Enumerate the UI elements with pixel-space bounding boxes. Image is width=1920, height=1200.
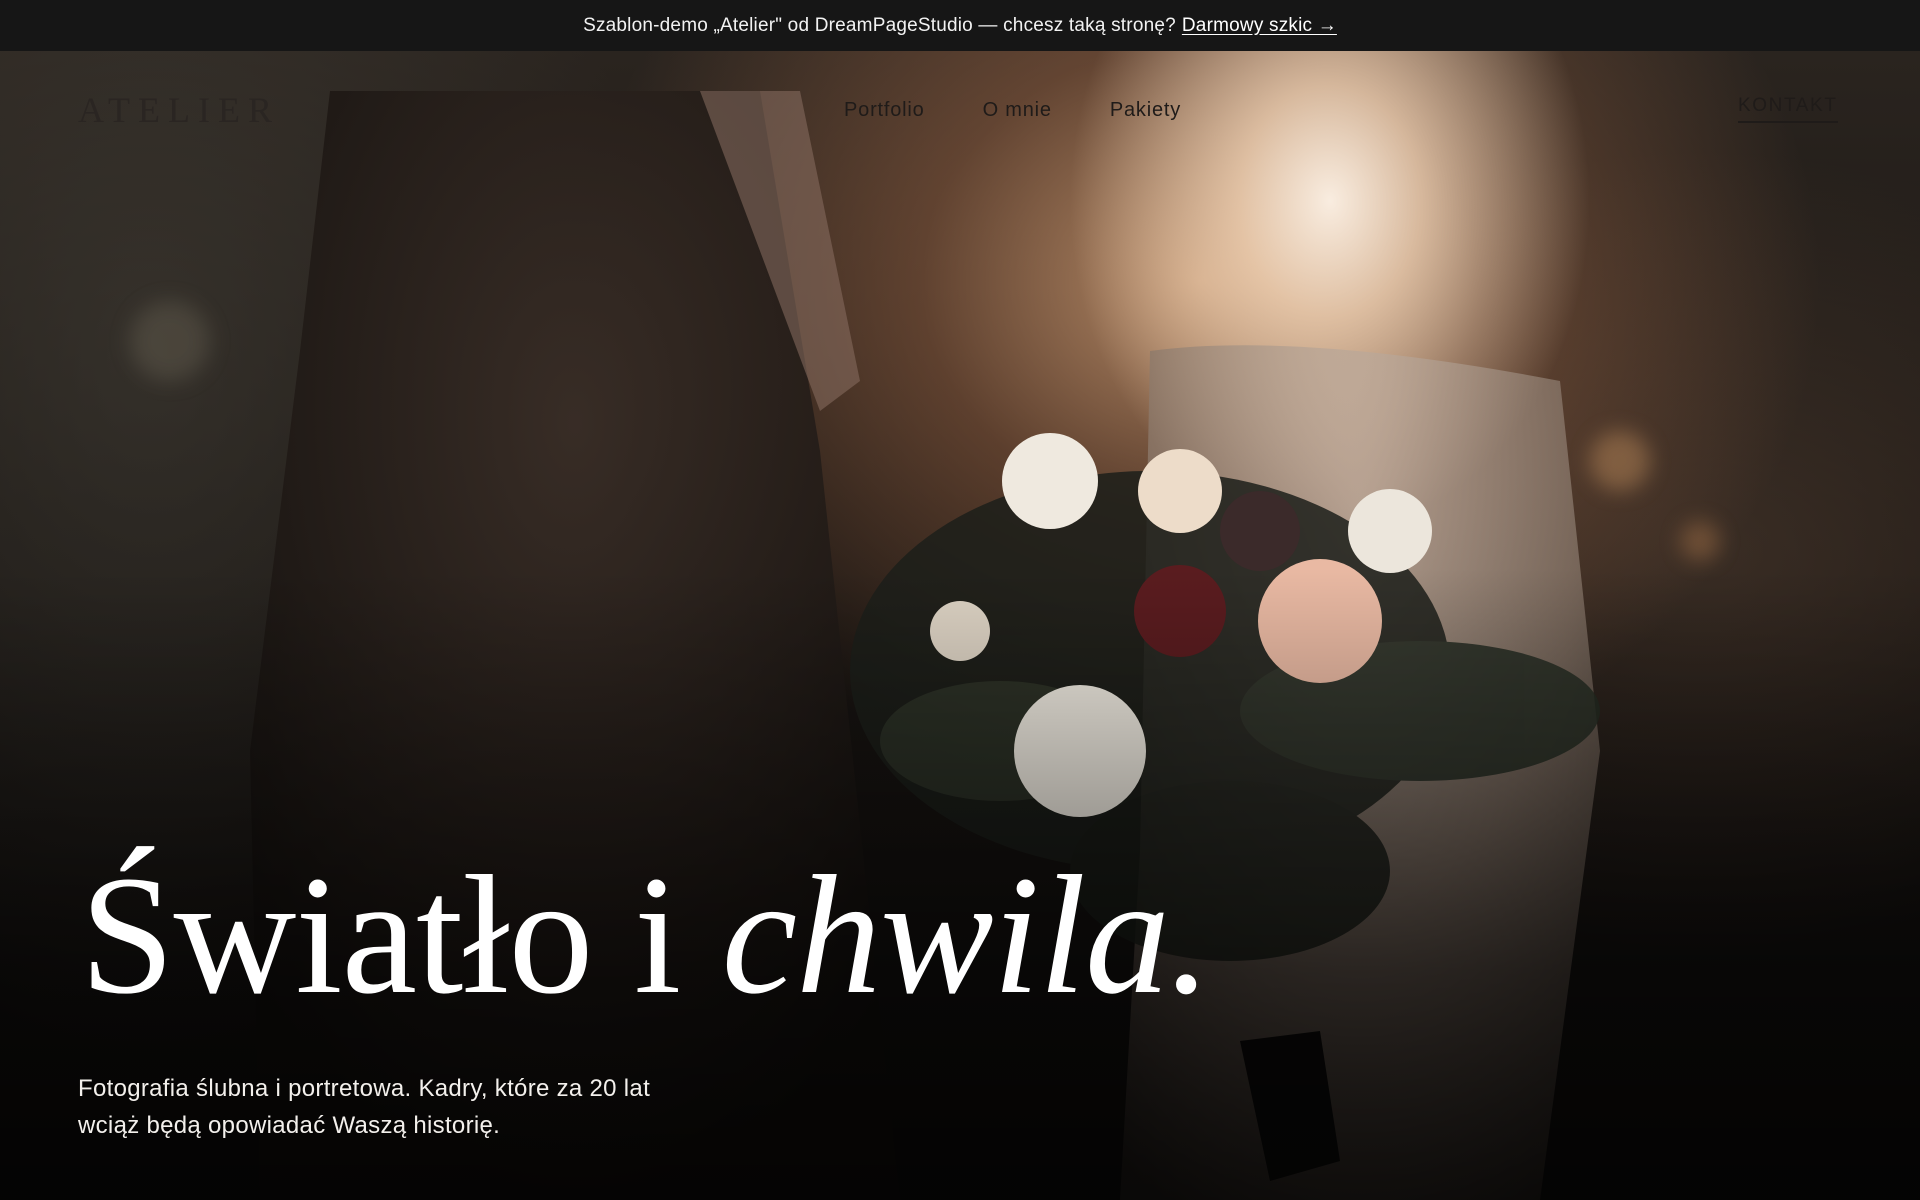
nav-packages[interactable]: Pakiety (1110, 99, 1181, 122)
hero-title-italic: chwila. (721, 841, 1212, 1029)
free-draft-link[interactable]: Darmowy szkic → (1182, 15, 1337, 37)
promo-bar: Szablon-demo „Atelier" od DreamPageStudi… (0, 0, 1920, 51)
hero-title-plain: Światło i (80, 841, 722, 1029)
logo[interactable]: ATELIER (78, 89, 280, 131)
contact-link[interactable]: KONTAKT (1738, 95, 1838, 123)
nav-about[interactable]: O mnie (983, 99, 1052, 122)
site-header: ATELIER Portfolio O mnie Pakiety KONTAKT (0, 51, 1920, 169)
hero-title: Światło i chwila. (80, 850, 1212, 1020)
main-nav: Portfolio O mnie Pakiety (844, 99, 1181, 122)
nav-portfolio[interactable]: Portfolio (844, 99, 925, 122)
promo-text: Szablon-demo „Atelier" od DreamPageStudi… (583, 14, 1176, 36)
hero-description: Fotografia ślubna i portretowa. Kadry, k… (78, 1075, 651, 1139)
